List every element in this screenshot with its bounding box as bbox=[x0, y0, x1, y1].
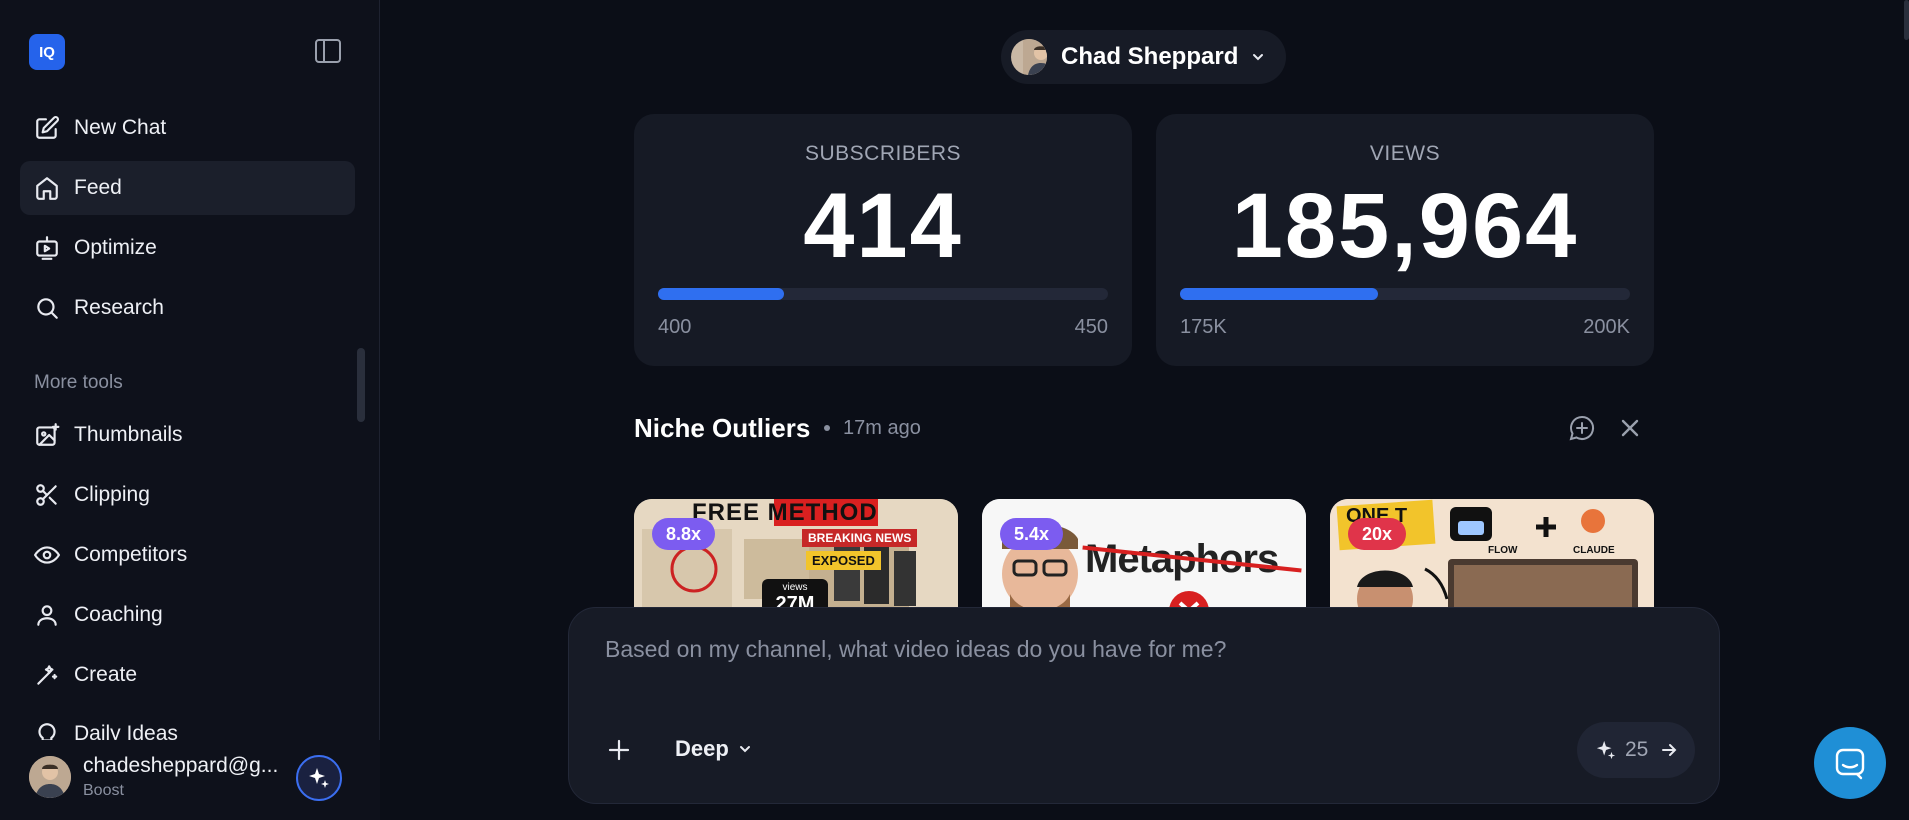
outlier-score-badge: 8.8x bbox=[652, 518, 716, 550]
sidebar-scrollbar[interactable] bbox=[357, 348, 365, 422]
chevron-down-icon bbox=[739, 746, 750, 753]
sidebar-item-competitors[interactable]: Competitors bbox=[20, 528, 355, 582]
avatar bbox=[29, 756, 71, 798]
chat-input[interactable] bbox=[605, 636, 1605, 663]
boost-button[interactable] bbox=[296, 755, 342, 801]
separator-dot bbox=[824, 425, 830, 431]
app-logo[interactable]: IQ bbox=[29, 34, 65, 70]
mode-label: Deep bbox=[675, 736, 729, 761]
edit-icon bbox=[36, 116, 59, 139]
outlier-score-badge: 20x bbox=[1348, 518, 1407, 550]
home-icon bbox=[36, 177, 58, 200]
thumb-claude-label: CLAUDE bbox=[1573, 545, 1615, 556]
subscribers-label: SUBSCRIBERS bbox=[804, 142, 962, 165]
close-icon[interactable] bbox=[1618, 416, 1642, 440]
eye-icon bbox=[34, 546, 60, 564]
outlier-score-badge: 5.4x bbox=[1000, 518, 1064, 550]
optimize-icon bbox=[36, 236, 58, 260]
subscribers-max: 450 bbox=[1074, 316, 1108, 338]
thumb-text-top: FREE METHOD bbox=[692, 499, 878, 526]
subscribers-value: 414 bbox=[803, 175, 963, 277]
subscribers-progress-fill bbox=[658, 288, 784, 300]
sidebar-item-label: Daily Ideas bbox=[74, 722, 178, 740]
sidebar-item-label: Create bbox=[74, 663, 138, 686]
user-plan: Boost bbox=[83, 782, 124, 799]
sidebar-item-optimize[interactable]: Optimize bbox=[20, 221, 355, 275]
user-email: chadesheppard@g... bbox=[83, 754, 279, 777]
subscribers-min: 400 bbox=[658, 316, 692, 338]
sparkle-icon bbox=[309, 768, 329, 788]
sidebar-item-clipping[interactable]: Clipping bbox=[20, 468, 355, 522]
chat-plus-icon[interactable] bbox=[1568, 414, 1596, 442]
views-min: 175K bbox=[1180, 316, 1227, 338]
views-progress-track bbox=[1180, 288, 1630, 300]
views-max: 200K bbox=[1583, 316, 1630, 338]
add-attachment-icon[interactable] bbox=[605, 736, 633, 764]
mode-selector[interactable]: Deep bbox=[675, 736, 753, 762]
outliers-title: Niche Outliers bbox=[634, 413, 811, 443]
sidebar-toggle-icon[interactable] bbox=[314, 38, 342, 64]
sidebar-item-label: New Chat bbox=[74, 116, 167, 139]
sidebar-item-coaching[interactable]: Coaching bbox=[20, 588, 355, 642]
wand-icon bbox=[37, 665, 58, 685]
outliers-timestamp: 17m ago bbox=[843, 417, 921, 439]
bulb-icon bbox=[38, 723, 56, 740]
sidebar-item-label: Optimize bbox=[74, 236, 157, 259]
channel-selector[interactable]: Chad Sheppard bbox=[1001, 30, 1286, 84]
chat-composer: Deep 25 bbox=[568, 607, 1720, 804]
main-content: Chad Sheppard SUBSCRIBERS 414 400 450 VI… bbox=[381, 0, 1909, 820]
thumb-tag-breaking: BREAKING NEWS bbox=[802, 529, 918, 547]
sidebar-item-research[interactable]: Research bbox=[20, 281, 355, 335]
sidebar-item-label: Research bbox=[74, 296, 164, 319]
user-icon bbox=[37, 605, 57, 626]
sidebar-item-label: Coaching bbox=[74, 603, 163, 626]
arrow-right-icon bbox=[1662, 744, 1677, 756]
subscribers-progress-track bbox=[658, 288, 1108, 300]
views-progress-fill bbox=[1180, 288, 1378, 300]
sidebar-item-label: Feed bbox=[74, 176, 122, 199]
channel-name: Chad Sheppard bbox=[1061, 43, 1239, 70]
sidebar-item-feed[interactable]: Feed bbox=[20, 161, 355, 215]
credits-count: 25 bbox=[1625, 738, 1649, 761]
sidebar: IQ New Chat Feed Optimize Research More … bbox=[0, 0, 380, 820]
support-chat-button[interactable] bbox=[1814, 727, 1886, 799]
thumb-tag-exposed: EXPOSED bbox=[806, 551, 881, 570]
sidebar-item-daily-ideas[interactable]: Daily Ideas bbox=[20, 708, 355, 740]
sidebar-item-label: Clipping bbox=[74, 483, 150, 506]
channel-avatar bbox=[1011, 39, 1047, 75]
sidebar-item-new-chat[interactable]: New Chat bbox=[20, 101, 355, 155]
sparkle-icon bbox=[1596, 740, 1616, 760]
sidebar-item-label: Competitors bbox=[74, 543, 188, 566]
chat-bubble-icon bbox=[1835, 748, 1865, 780]
user-account[interactable]: chadesheppard@g... Boost bbox=[0, 740, 380, 820]
views-card: VIEWS 185,964 175K 200K bbox=[1156, 114, 1654, 366]
chevron-down-icon bbox=[1253, 54, 1264, 61]
send-button[interactable]: 25 bbox=[1577, 722, 1695, 778]
sidebar-item-label: Thumbnails bbox=[74, 423, 183, 446]
scissors-icon bbox=[36, 484, 57, 506]
sidebar-item-create[interactable]: Create bbox=[20, 648, 355, 702]
views-label: VIEWS bbox=[1369, 142, 1441, 165]
page-scrollbar[interactable] bbox=[1904, 0, 1909, 40]
thumb-flow-label: FLOW bbox=[1488, 545, 1518, 556]
views-value: 185,964 bbox=[1231, 175, 1579, 277]
more-tools-label: More tools bbox=[34, 372, 123, 393]
sidebar-item-thumbnails[interactable]: Thumbnails bbox=[20, 408, 355, 462]
subscribers-card: SUBSCRIBERS 414 400 450 bbox=[634, 114, 1132, 366]
image-icon bbox=[36, 423, 60, 446]
search-icon bbox=[37, 298, 58, 319]
thumb-views-label: views bbox=[782, 582, 808, 593]
